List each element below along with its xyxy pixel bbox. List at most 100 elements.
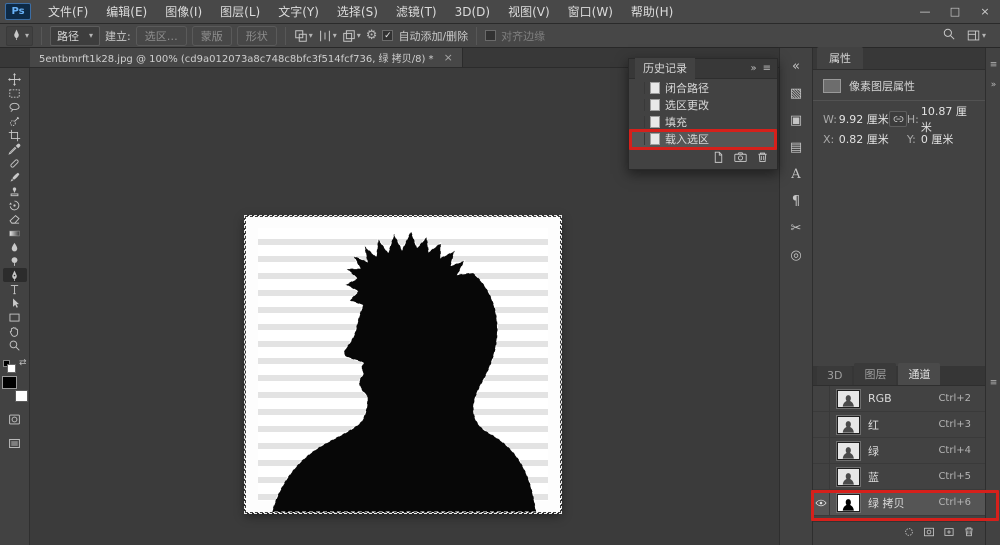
load-selection-icon[interactable] — [903, 526, 915, 541]
tool-preset-picker[interactable]: ▾ — [6, 26, 33, 46]
channel-row-red[interactable]: 红 Ctrl+3 — [813, 412, 985, 438]
collapse-panel-icon[interactable]: » — [750, 63, 756, 74]
document-image[interactable] — [245, 216, 561, 513]
quick-mask-button[interactable] — [3, 412, 27, 426]
tab-properties[interactable]: 属性 — [817, 47, 863, 69]
crop-tool[interactable] — [3, 128, 27, 142]
dodge-tool[interactable] — [3, 254, 27, 268]
expand-dock-icon[interactable]: « — [784, 56, 808, 76]
tab-channels[interactable]: 通道 — [898, 363, 940, 385]
save-selection-as-channel-icon[interactable] — [923, 526, 935, 541]
make-selection-button[interactable]: 选区… — [136, 26, 187, 46]
search-icon[interactable] — [942, 27, 956, 44]
lasso-tool[interactable] — [3, 100, 27, 114]
channel-row-rgb[interactable]: RGB Ctrl+2 — [813, 386, 985, 412]
menu-filter[interactable]: 滤镜(T) — [387, 0, 446, 24]
character-panel-icon[interactable]: A — [784, 164, 808, 184]
gear-icon[interactable]: ⚙ — [366, 28, 378, 43]
history-brush-tool[interactable] — [3, 198, 27, 212]
document-tab[interactable]: 5entbmrft1k28.jpg @ 100% (cd9a012073a8c7… — [30, 48, 463, 67]
rectangle-tool[interactable] — [3, 310, 27, 324]
menu-edit[interactable]: 编辑(E) — [97, 0, 156, 24]
trash-icon[interactable] — [963, 526, 975, 541]
menu-3d[interactable]: 3D(D) — [446, 0, 499, 24]
trash-icon[interactable] — [756, 151, 769, 167]
eyedropper-tool[interactable] — [3, 142, 27, 156]
visibility-well[interactable] — [813, 412, 830, 438]
default-colors-icon[interactable] — [3, 360, 10, 367]
menu-help[interactable]: 帮助(H) — [622, 0, 682, 24]
auto-add-delete-checkbox[interactable]: ✓ — [382, 30, 393, 41]
gradient-tool[interactable] — [3, 226, 27, 240]
menu-select[interactable]: 选择(S) — [328, 0, 387, 24]
menu-layer[interactable]: 图层(L) — [211, 0, 269, 24]
visibility-well[interactable] — [813, 438, 830, 464]
panel-menu-icon[interactable]: ≡ — [763, 63, 771, 74]
channel-row-green[interactable]: 绿 Ctrl+4 — [813, 438, 985, 464]
width-value[interactable]: 9.92 厘米 — [839, 111, 893, 127]
history-source-well[interactable] — [633, 116, 645, 128]
clone-source-panel-icon[interactable]: ▣ — [784, 110, 808, 130]
visibility-well[interactable] — [813, 464, 830, 490]
default-swap-colors[interactable]: ⇄ — [3, 358, 27, 368]
menu-type[interactable]: 文字(Y) — [269, 0, 328, 24]
background-color-swatch[interactable] — [15, 390, 28, 402]
panel-menu-icon[interactable]: ≡ — [988, 60, 999, 70]
type-tool[interactable] — [3, 282, 27, 296]
x-value[interactable]: 0.82 厘米 — [839, 131, 893, 147]
swatches-panel-icon[interactable]: ▤ — [784, 137, 808, 157]
minimize-button[interactable]: — — [910, 0, 940, 24]
brush-presets-panel-icon[interactable]: ▧ — [784, 83, 808, 103]
path-arrangement-button[interactable]: ▾ — [342, 29, 361, 43]
tab-3d[interactable]: 3D — [817, 366, 852, 385]
pen-tool-selected[interactable] — [3, 268, 27, 282]
swap-colors-icon[interactable]: ⇄ — [19, 358, 27, 368]
channel-thumbnail[interactable] — [837, 390, 860, 408]
path-alignment-button[interactable]: ▾ — [318, 29, 337, 43]
screen-mode-button[interactable] — [3, 436, 27, 450]
new-document-from-state-icon[interactable] — [712, 151, 725, 167]
rectangular-marquee-tool[interactable] — [3, 86, 27, 100]
channel-thumbnail[interactable] — [837, 442, 860, 460]
panel-menu-icon[interactable]: ≡ — [988, 378, 999, 388]
quick-selection-tool[interactable] — [3, 114, 27, 128]
channel-thumbnail[interactable] — [837, 416, 860, 434]
spot-healing-brush-tool[interactable] — [3, 156, 27, 170]
path-selection-tool[interactable] — [3, 296, 27, 310]
zoom-tool[interactable] — [3, 338, 27, 352]
tab-close-icon[interactable]: × — [444, 51, 453, 64]
make-mask-button[interactable]: 蒙版 — [192, 26, 232, 46]
history-item[interactable]: 选区更改 — [629, 96, 777, 113]
foreground-color-swatch[interactable] — [2, 376, 17, 389]
tab-layers[interactable]: 图层 — [854, 363, 896, 385]
history-source-well[interactable] — [633, 82, 645, 94]
pen-mode-select[interactable]: 路径 ▾ — [50, 26, 100, 46]
eraser-tool[interactable] — [3, 212, 27, 226]
clone-stamp-tool[interactable] — [3, 184, 27, 198]
move-tool[interactable] — [3, 72, 27, 86]
paragraph-panel-icon[interactable]: ¶ — [784, 191, 808, 211]
scissors-icon[interactable]: ✂ — [784, 218, 808, 238]
path-operations-button[interactable]: ▾ — [294, 29, 313, 43]
history-item[interactable]: 填充 — [629, 113, 777, 130]
menu-view[interactable]: 视图(V) — [499, 0, 559, 24]
brush-tool[interactable] — [3, 170, 27, 184]
y-value[interactable]: 0 厘米 — [921, 131, 975, 147]
link-dimensions-button[interactable] — [889, 111, 907, 127]
history-panel-title[interactable]: 历史记录 — [635, 58, 695, 79]
menu-window[interactable]: 窗口(W) — [559, 0, 622, 24]
align-edges-checkbox[interactable] — [485, 30, 496, 41]
channel-row-blue[interactable]: 蓝 Ctrl+5 — [813, 464, 985, 490]
workspace-switcher[interactable]: ▾ — [966, 29, 986, 42]
target-icon[interactable]: ◎ — [784, 245, 808, 265]
hand-tool[interactable] — [3, 324, 27, 338]
menu-file[interactable]: 文件(F) — [39, 0, 97, 24]
visibility-well[interactable] — [813, 386, 830, 412]
blur-tool[interactable] — [3, 240, 27, 254]
history-source-well[interactable] — [633, 99, 645, 111]
collapse-panel-icon[interactable]: » — [988, 80, 999, 90]
camera-snapshot-icon[interactable] — [734, 151, 747, 167]
channel-thumbnail[interactable] — [837, 468, 860, 486]
maximize-button[interactable]: □ — [940, 0, 970, 24]
close-button[interactable]: × — [970, 0, 1000, 24]
